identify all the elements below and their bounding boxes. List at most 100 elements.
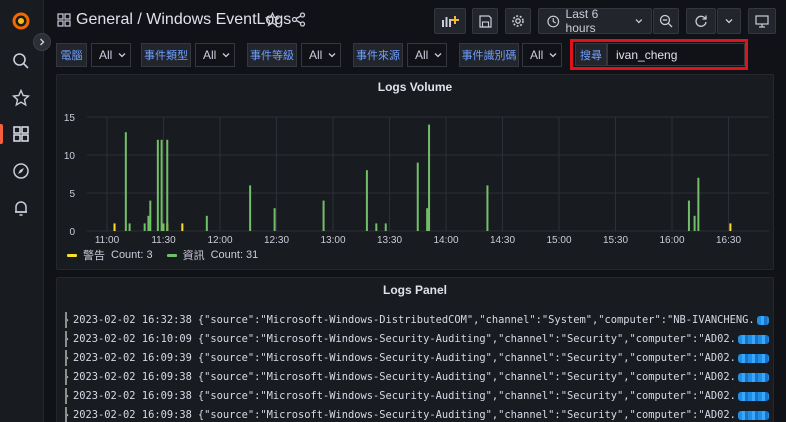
variable-label: 事件來源	[353, 43, 403, 67]
log-row[interactable]: › 2023-02-02 16:10:09 {"source":"Microsoft…	[65, 330, 769, 348]
log-level-bar	[65, 388, 67, 404]
dashboard-navbar: General / Windows EventLogs Last 6 hours	[44, 0, 786, 42]
variable-value: All	[99, 48, 113, 62]
chevron-down-icon	[635, 19, 643, 24]
y-tick-label: 0	[69, 227, 75, 238]
save-icon	[478, 14, 492, 28]
x-tick-label: 14:30	[490, 235, 515, 246]
variable-select[interactable]: All	[301, 43, 341, 67]
log-timestamp: 2023-02-02 16:10:09	[73, 333, 192, 345]
log-timestamp: 2023-02-02 16:09:38	[73, 390, 192, 402]
chart-bar	[426, 208, 429, 231]
star-icon[interactable]	[265, 12, 280, 27]
chevron-down-icon	[549, 53, 557, 58]
chart-bar	[384, 223, 387, 231]
settings-button[interactable]	[505, 8, 531, 34]
refresh-interval-dropdown[interactable]	[717, 8, 741, 34]
panel-title[interactable]: Logs Panel	[57, 283, 773, 297]
legend-item-info[interactable]: 資訊 Count: 31	[166, 247, 259, 263]
log-level-bar	[65, 312, 67, 328]
active-indicator	[0, 124, 3, 144]
variable-label: 電腦	[56, 43, 87, 67]
starred-icon[interactable]	[10, 87, 32, 109]
chart-legend: 警告 Count: 3 資訊 Count: 31	[67, 247, 258, 263]
chevron-down-icon	[222, 53, 230, 58]
logs-panel: Logs Panel › 2023-02-02 16:32:38 {"source"…	[56, 277, 774, 422]
x-tick-label: 13:00	[320, 235, 345, 246]
log-message: {"source":"Microsoft-Windows-Security-Au…	[197, 390, 736, 402]
x-tick-label: 16:00	[659, 235, 684, 246]
log-level-bar	[65, 350, 67, 366]
variable-select[interactable]: All	[195, 43, 235, 67]
variable-select[interactable]: All	[522, 43, 562, 67]
save-dashboard-button[interactable]	[472, 8, 498, 34]
variable-value: All	[530, 48, 544, 62]
chart-bar	[113, 223, 116, 231]
log-message: {"source":"Microsoft-Windows-Security-Au…	[197, 352, 736, 364]
explore-icon[interactable]	[10, 160, 32, 182]
monitor-icon	[755, 14, 769, 28]
y-tick-label: 5	[69, 189, 75, 200]
log-timestamp: 2023-02-02 16:09:38	[73, 409, 192, 421]
grafana-logo-icon[interactable]	[10, 10, 32, 32]
dashboard-grid-icon	[57, 13, 71, 27]
add-panel-button[interactable]	[434, 8, 466, 34]
redacted-hostname	[737, 391, 769, 401]
share-icon[interactable]	[291, 12, 306, 27]
dashboard-title[interactable]: General / Windows EventLogs	[76, 11, 291, 29]
chart-bar	[149, 200, 152, 231]
alerting-bell-icon[interactable]	[10, 197, 32, 219]
search-variable-highlight: 搜尋 ivan_cheng	[570, 39, 748, 70]
chevron-down-icon	[434, 53, 442, 58]
zoom-out-icon	[659, 14, 673, 28]
chart-bar	[693, 215, 696, 231]
template-variables: 電腦 All 事件類型 All 事件等級 All 事件來源 All 事件識別碼 …	[56, 39, 786, 70]
variable-select[interactable]: All	[91, 43, 131, 67]
expand-sidebar-button[interactable]	[33, 33, 51, 51]
chart-bar	[181, 223, 184, 231]
chart-bar	[322, 200, 325, 231]
refresh-icon	[695, 15, 707, 27]
zoom-out-button[interactable]	[653, 8, 679, 34]
log-level-bar	[65, 331, 67, 347]
log-row[interactable]: › 2023-02-02 16:09:39 {"source":"Microsoft…	[65, 349, 769, 367]
gear-icon	[512, 15, 524, 27]
chart-bar	[160, 139, 163, 231]
redacted-hostname	[737, 353, 769, 363]
time-range-picker[interactable]: Last 6 hours	[538, 7, 652, 35]
y-tick-label: 10	[64, 151, 76, 162]
chevron-right-icon	[40, 38, 45, 46]
chart-bar	[205, 215, 208, 231]
chevron-down-icon	[725, 19, 733, 24]
search-icon[interactable]	[10, 50, 32, 72]
legend-count: Count: 3	[111, 249, 153, 261]
x-tick-label: 11:30	[151, 235, 176, 246]
variable-value: All	[309, 48, 323, 62]
chart-bar	[273, 208, 276, 231]
chart-bar	[156, 139, 159, 231]
legend-item-warning[interactable]: 警告 Count: 3	[67, 247, 153, 263]
log-row[interactable]: › 2023-02-02 16:32:38 {"source":"Microsoft…	[65, 311, 769, 329]
log-row[interactable]: › 2023-02-02 16:09:38 {"source":"Microsoft…	[65, 387, 769, 405]
chart-bar	[124, 132, 127, 231]
legend-count: Count: 31	[210, 249, 259, 261]
refresh-button[interactable]	[686, 8, 716, 34]
time-range-label: Last 6 hours	[565, 7, 599, 35]
add-panel-icon	[442, 16, 459, 27]
variable-select[interactable]: All	[407, 43, 447, 67]
log-row[interactable]: › 2023-02-02 16:09:38 {"source":"Microsoft…	[65, 368, 769, 386]
log-row[interactable]: › 2023-02-02 16:09:38 {"source":"Microsoft…	[65, 406, 769, 422]
log-timestamp: 2023-02-02 16:09:39	[73, 352, 192, 364]
chart-bar	[428, 124, 431, 231]
legend-swatch	[166, 253, 177, 257]
tv-mode-button[interactable]	[748, 8, 776, 34]
chart-bar	[365, 170, 368, 231]
dashboards-icon[interactable]	[10, 123, 32, 145]
search-input[interactable]: ivan_cheng	[607, 43, 745, 66]
legend-swatch	[67, 253, 77, 257]
x-tick-label: 13:30	[377, 235, 402, 246]
chart-bar	[416, 162, 419, 231]
log-timestamp: 2023-02-02 16:32:38	[73, 314, 192, 326]
chart-bar	[729, 223, 732, 231]
redacted-hostname	[756, 315, 769, 325]
